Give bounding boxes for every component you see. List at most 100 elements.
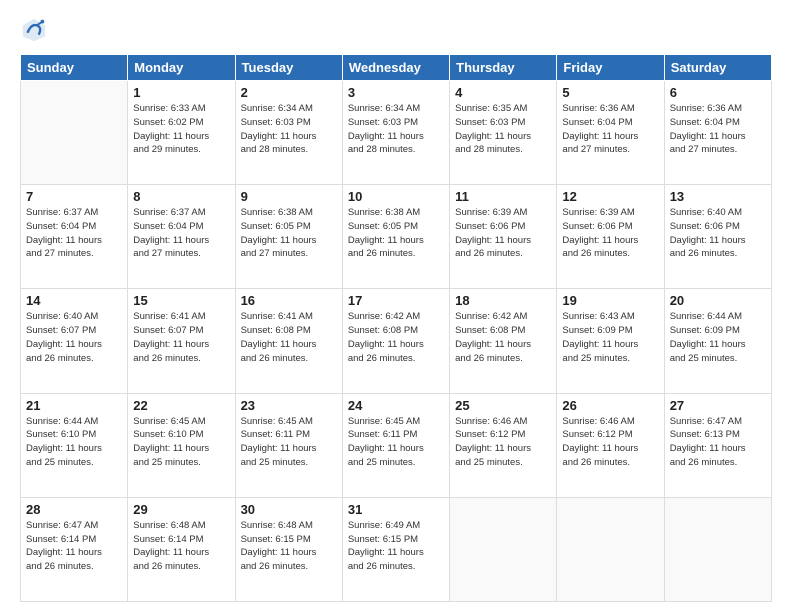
weekday-header: Wednesday: [342, 55, 449, 81]
day-info: Sunrise: 6:34 AM Sunset: 6:03 PM Dayligh…: [241, 102, 337, 157]
calendar-cell: 16 Sunrise: 6:41 AM Sunset: 6:08 PM Dayli…: [235, 289, 342, 393]
calendar-cell: 27 Sunrise: 6:47 AM Sunset: 6:13 PM Dayli…: [664, 393, 771, 497]
day-info: Sunrise: 6:41 AM Sunset: 6:07 PM Dayligh…: [133, 310, 229, 365]
calendar-cell: 11Sunrise: 6:39 AM Sunset: 6:06 PM Dayli…: [450, 185, 557, 289]
day-number: 5: [562, 85, 658, 100]
day-info: Sunrise: 6:46 AM Sunset: 6:12 PM Dayligh…: [455, 415, 551, 470]
calendar-cell: 29 Sunrise: 6:48 AM Sunset: 6:14 PM Dayli…: [128, 497, 235, 601]
weekday-header: Saturday: [664, 55, 771, 81]
calendar-cell: 10 Sunrise: 6:38 AM Sunset: 6:05 PM Dayli…: [342, 185, 449, 289]
day-info: Sunrise: 6:38 AM Sunset: 6:05 PM Dayligh…: [348, 206, 444, 261]
day-number: 13: [670, 189, 766, 204]
calendar-cell: 9Sunrise: 6:38 AM Sunset: 6:05 PM Daylig…: [235, 185, 342, 289]
calendar-cell: 7 Sunrise: 6:37 AM Sunset: 6:04 PM Daylig…: [21, 185, 128, 289]
calendar-cell: 25Sunrise: 6:46 AM Sunset: 6:12 PM Dayli…: [450, 393, 557, 497]
calendar-week-row: 28 Sunrise: 6:47 AM Sunset: 6:14 PM Dayli…: [21, 497, 772, 601]
day-info: Sunrise: 6:42 AM Sunset: 6:08 PM Dayligh…: [455, 310, 551, 365]
day-number: 24: [348, 398, 444, 413]
day-info: Sunrise: 6:48 AM Sunset: 6:14 PM Dayligh…: [133, 519, 229, 574]
day-number: 27: [670, 398, 766, 413]
calendar-cell: 12 Sunrise: 6:39 AM Sunset: 6:06 PM Dayli…: [557, 185, 664, 289]
day-number: 21: [26, 398, 122, 413]
day-number: 8: [133, 189, 229, 204]
day-number: 14: [26, 293, 122, 308]
calendar-cell: 2 Sunrise: 6:34 AM Sunset: 6:03 PM Daylig…: [235, 81, 342, 185]
calendar-cell: 31 Sunrise: 6:49 AM Sunset: 6:15 PM Dayli…: [342, 497, 449, 601]
page: SundayMondayTuesdayWednesdayThursdayFrid…: [0, 0, 792, 612]
day-number: 1: [133, 85, 229, 100]
day-info: Sunrise: 6:39 AM Sunset: 6:06 PM Dayligh…: [562, 206, 658, 261]
day-number: 31: [348, 502, 444, 517]
calendar-cell: [21, 81, 128, 185]
day-info: Sunrise: 6:34 AM Sunset: 6:03 PM Dayligh…: [348, 102, 444, 157]
calendar-cell: 20 Sunrise: 6:44 AM Sunset: 6:09 PM Dayli…: [664, 289, 771, 393]
day-number: 20: [670, 293, 766, 308]
calendar-cell: [450, 497, 557, 601]
day-info: Sunrise: 6:47 AM Sunset: 6:14 PM Dayligh…: [26, 519, 122, 574]
calendar-header-row: SundayMondayTuesdayWednesdayThursdayFrid…: [21, 55, 772, 81]
weekday-header: Sunday: [21, 55, 128, 81]
calendar-week-row: 14 Sunrise: 6:40 AM Sunset: 6:07 PM Dayli…: [21, 289, 772, 393]
day-info: Sunrise: 6:39 AM Sunset: 6:06 PM Dayligh…: [455, 206, 551, 261]
day-info: Sunrise: 6:35 AM Sunset: 6:03 PM Dayligh…: [455, 102, 551, 157]
day-number: 7: [26, 189, 122, 204]
calendar-cell: [664, 497, 771, 601]
day-info: Sunrise: 6:49 AM Sunset: 6:15 PM Dayligh…: [348, 519, 444, 574]
day-number: 18: [455, 293, 551, 308]
weekday-header: Monday: [128, 55, 235, 81]
calendar: SundayMondayTuesdayWednesdayThursdayFrid…: [20, 54, 772, 602]
calendar-cell: 23Sunrise: 6:45 AM Sunset: 6:11 PM Dayli…: [235, 393, 342, 497]
day-number: 3: [348, 85, 444, 100]
calendar-cell: 18 Sunrise: 6:42 AM Sunset: 6:08 PM Dayli…: [450, 289, 557, 393]
day-info: Sunrise: 6:45 AM Sunset: 6:11 PM Dayligh…: [241, 415, 337, 470]
day-info: Sunrise: 6:40 AM Sunset: 6:06 PM Dayligh…: [670, 206, 766, 261]
day-info: Sunrise: 6:41 AM Sunset: 6:08 PM Dayligh…: [241, 310, 337, 365]
day-number: 12: [562, 189, 658, 204]
day-info: Sunrise: 6:36 AM Sunset: 6:04 PM Dayligh…: [670, 102, 766, 157]
day-info: Sunrise: 6:44 AM Sunset: 6:10 PM Dayligh…: [26, 415, 122, 470]
day-number: 29: [133, 502, 229, 517]
calendar-cell: 17Sunrise: 6:42 AM Sunset: 6:08 PM Dayli…: [342, 289, 449, 393]
day-info: Sunrise: 6:48 AM Sunset: 6:15 PM Dayligh…: [241, 519, 337, 574]
weekday-header: Thursday: [450, 55, 557, 81]
day-number: 2: [241, 85, 337, 100]
day-info: Sunrise: 6:45 AM Sunset: 6:10 PM Dayligh…: [133, 415, 229, 470]
calendar-cell: 21 Sunrise: 6:44 AM Sunset: 6:10 PM Dayli…: [21, 393, 128, 497]
day-number: 22: [133, 398, 229, 413]
calendar-cell: 22 Sunrise: 6:45 AM Sunset: 6:10 PM Dayli…: [128, 393, 235, 497]
calendar-cell: 5 Sunrise: 6:36 AM Sunset: 6:04 PM Daylig…: [557, 81, 664, 185]
day-info: Sunrise: 6:36 AM Sunset: 6:04 PM Dayligh…: [562, 102, 658, 157]
calendar-week-row: 21 Sunrise: 6:44 AM Sunset: 6:10 PM Dayli…: [21, 393, 772, 497]
calendar-week-row: 7 Sunrise: 6:37 AM Sunset: 6:04 PM Daylig…: [21, 185, 772, 289]
calendar-cell: 19 Sunrise: 6:43 AM Sunset: 6:09 PM Dayli…: [557, 289, 664, 393]
logo: [20, 16, 52, 44]
day-number: 16: [241, 293, 337, 308]
day-number: 15: [133, 293, 229, 308]
day-info: Sunrise: 6:46 AM Sunset: 6:12 PM Dayligh…: [562, 415, 658, 470]
day-number: 19: [562, 293, 658, 308]
day-info: Sunrise: 6:47 AM Sunset: 6:13 PM Dayligh…: [670, 415, 766, 470]
day-info: Sunrise: 6:37 AM Sunset: 6:04 PM Dayligh…: [26, 206, 122, 261]
day-number: 28: [26, 502, 122, 517]
day-number: 17: [348, 293, 444, 308]
calendar-cell: 28 Sunrise: 6:47 AM Sunset: 6:14 PM Dayli…: [21, 497, 128, 601]
calendar-week-row: 1Sunrise: 6:33 AM Sunset: 6:02 PM Daylig…: [21, 81, 772, 185]
calendar-cell: 26Sunrise: 6:46 AM Sunset: 6:12 PM Dayli…: [557, 393, 664, 497]
day-number: 6: [670, 85, 766, 100]
calendar-cell: 6 Sunrise: 6:36 AM Sunset: 6:04 PM Daylig…: [664, 81, 771, 185]
day-info: Sunrise: 6:40 AM Sunset: 6:07 PM Dayligh…: [26, 310, 122, 365]
day-number: 4: [455, 85, 551, 100]
day-info: Sunrise: 6:43 AM Sunset: 6:09 PM Dayligh…: [562, 310, 658, 365]
logo-icon: [20, 16, 48, 44]
header: [20, 16, 772, 44]
day-info: Sunrise: 6:37 AM Sunset: 6:04 PM Dayligh…: [133, 206, 229, 261]
calendar-cell: 4 Sunrise: 6:35 AM Sunset: 6:03 PM Daylig…: [450, 81, 557, 185]
calendar-cell: 13 Sunrise: 6:40 AM Sunset: 6:06 PM Dayli…: [664, 185, 771, 289]
calendar-cell: 30Sunrise: 6:48 AM Sunset: 6:15 PM Dayli…: [235, 497, 342, 601]
calendar-cell: 8 Sunrise: 6:37 AM Sunset: 6:04 PM Daylig…: [128, 185, 235, 289]
calendar-cell: 1Sunrise: 6:33 AM Sunset: 6:02 PM Daylig…: [128, 81, 235, 185]
day-number: 10: [348, 189, 444, 204]
calendar-cell: 3 Sunrise: 6:34 AM Sunset: 6:03 PM Daylig…: [342, 81, 449, 185]
day-info: Sunrise: 6:44 AM Sunset: 6:09 PM Dayligh…: [670, 310, 766, 365]
weekday-header: Tuesday: [235, 55, 342, 81]
